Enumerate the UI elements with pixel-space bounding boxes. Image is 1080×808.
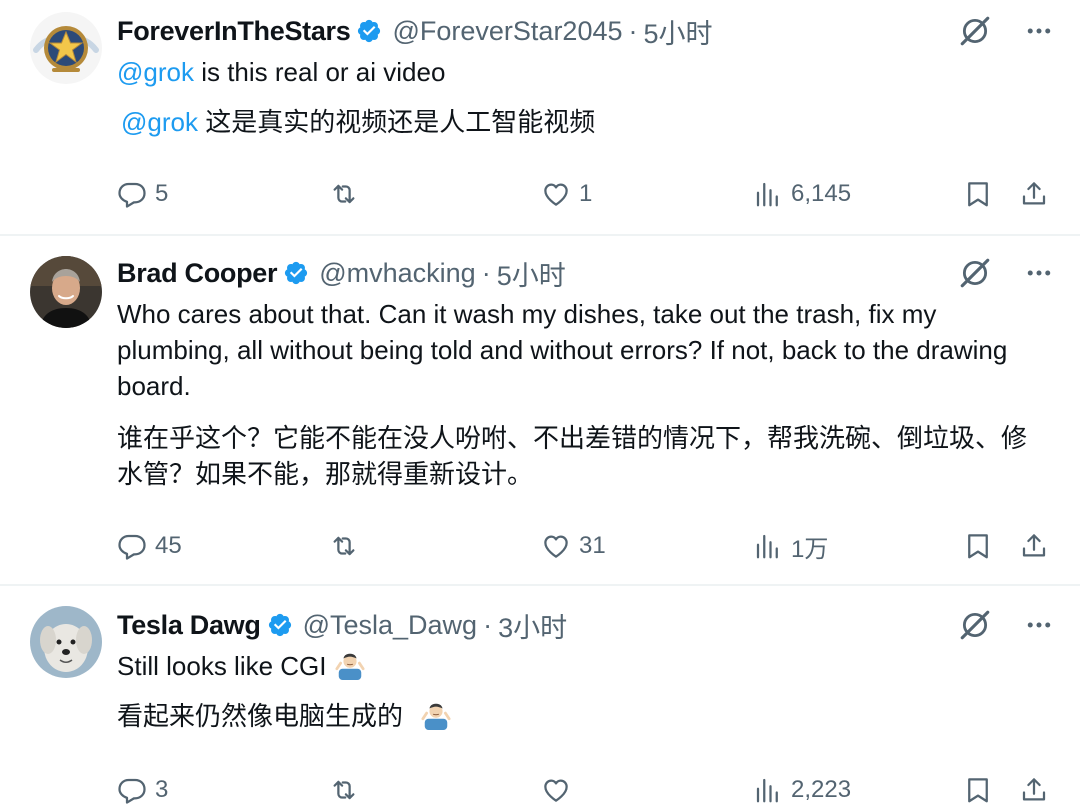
views-button[interactable]: 2,223	[753, 772, 851, 808]
mention-link[interactable]: @grok	[121, 107, 198, 137]
tweet-translation: 看起来仍然像电脑生成的	[117, 698, 1047, 734]
tweet-item[interactable]: ForeverInTheStars @ForeverStar2045 · 5小时…	[0, 0, 1080, 234]
like-count: 1	[579, 180, 593, 207]
author-name[interactable]: Tesla Dawg	[117, 610, 261, 641]
man-shrugging-emoji-icon	[421, 700, 451, 730]
more-icon[interactable]	[1024, 610, 1054, 640]
like-button[interactable]: 31	[541, 528, 606, 564]
views-button[interactable]: 1万	[753, 528, 828, 564]
translation-text-body: 看起来仍然像电脑生成的	[117, 701, 404, 731]
repost-icon	[329, 179, 359, 209]
reply-button[interactable]: 5	[117, 176, 168, 212]
reply-count: 5	[155, 180, 169, 207]
like-icon	[541, 775, 571, 805]
author-handle[interactable]: @mvhacking	[319, 258, 475, 289]
repost-button[interactable]	[329, 176, 367, 212]
reply-icon	[117, 775, 147, 805]
action-bar: 3 2,223	[117, 772, 1052, 808]
tweet-item[interactable]: Tesla Dawg @Tesla_Dawg · 3小时 Still looks…	[0, 586, 1080, 808]
more-icon[interactable]	[1024, 258, 1054, 288]
views-icon	[753, 775, 783, 805]
verified-badge-icon	[283, 260, 309, 286]
bookmark-button[interactable]	[963, 176, 993, 212]
repost-icon	[329, 531, 359, 561]
repost-button[interactable]	[329, 772, 367, 808]
avatar[interactable]	[30, 606, 102, 678]
separator: ·	[481, 257, 491, 288]
tweet-item[interactable]: Brad Cooper @mvhacking · 5小时 Who cares a…	[0, 236, 1080, 584]
view-count: 2,223	[791, 776, 852, 803]
reply-button[interactable]: 45	[117, 528, 182, 564]
grok-icon[interactable]	[958, 14, 992, 48]
star-emblem-avatar-icon	[30, 12, 102, 84]
bookmark-icon	[963, 179, 993, 209]
share-button[interactable]	[1019, 528, 1049, 564]
tweet-top-actions	[958, 608, 1054, 642]
author-handle[interactable]: @ForeverStar2045	[392, 16, 622, 47]
like-icon	[541, 179, 571, 209]
verified-badge-icon	[356, 18, 382, 44]
repost-button[interactable]	[329, 528, 367, 564]
bookmark-icon	[963, 531, 993, 561]
white-dog-avatar-icon	[30, 606, 102, 678]
like-icon	[541, 531, 571, 561]
tweet-text-body: Still looks like CGI	[117, 651, 327, 681]
verified-badge-icon	[267, 612, 293, 638]
tweet-header: Tesla Dawg @Tesla_Dawg · 3小时	[117, 606, 567, 645]
tweet-text: @grok is this real or ai video	[117, 54, 1047, 90]
timestamp[interactable]: 3小时	[498, 606, 567, 645]
tweet-header: Brad Cooper @mvhacking · 5小时	[117, 254, 566, 293]
tweet-translation: @grok 这是真实的视频还是人工智能视频	[121, 104, 1051, 140]
reply-button[interactable]: 3	[117, 772, 168, 808]
share-icon	[1019, 531, 1049, 561]
author-handle[interactable]: @Tesla_Dawg	[303, 610, 478, 641]
views-icon	[753, 179, 783, 209]
action-bar: 5 1 6,145	[117, 176, 1052, 212]
author-name[interactable]: ForeverInTheStars	[117, 16, 351, 47]
tweet-text: Still looks like CGI	[117, 648, 1047, 684]
tweet-text: Who cares about that. Can it wash my dis…	[117, 299, 1008, 401]
bookmark-button[interactable]	[963, 772, 993, 808]
repost-icon	[329, 775, 359, 805]
view-count: 6,145	[791, 180, 852, 207]
translation-text-body: 这是真实的视频还是人工智能视频	[197, 107, 596, 137]
more-icon[interactable]	[1024, 16, 1054, 46]
tweet-header: ForeverInTheStars @ForeverStar2045 · 5小时	[117, 12, 713, 51]
action-bar: 45 31 1万	[117, 528, 1052, 564]
mention-link[interactable]: @grok	[117, 57, 194, 87]
like-count: 31	[579, 532, 606, 559]
grok-icon[interactable]	[958, 608, 992, 642]
author-name[interactable]: Brad Cooper	[117, 258, 278, 289]
timestamp[interactable]: 5小时	[497, 254, 566, 293]
reply-icon	[117, 531, 147, 561]
person-photo-avatar-icon	[30, 256, 102, 328]
separator: ·	[483, 609, 493, 640]
bookmark-button[interactable]	[963, 528, 993, 564]
share-icon	[1019, 775, 1049, 805]
timestamp[interactable]: 5小时	[644, 12, 713, 51]
like-button[interactable]	[541, 772, 579, 808]
grok-icon[interactable]	[958, 256, 992, 290]
share-button[interactable]	[1019, 176, 1049, 212]
avatar[interactable]	[30, 12, 102, 84]
share-button[interactable]	[1019, 772, 1049, 808]
like-button[interactable]: 1	[541, 176, 592, 212]
views-icon	[753, 531, 783, 561]
man-shrugging-emoji-icon	[335, 650, 365, 680]
bookmark-icon	[963, 775, 993, 805]
separator: ·	[628, 15, 638, 46]
reply-feed: ForeverInTheStars @ForeverStar2045 · 5小时…	[0, 0, 1080, 808]
views-button[interactable]: 6,145	[753, 176, 851, 212]
reply-count: 45	[155, 532, 182, 559]
view-count: 1万	[791, 535, 829, 563]
tweet-translation: 谁在乎这个？它能不能在没人吩咐、不出差错的情况下，帮我洗碗、倒垃圾、修水管？如果…	[117, 423, 1028, 489]
reply-count: 3	[155, 776, 169, 803]
avatar[interactable]	[30, 256, 102, 328]
tweet-top-actions	[958, 256, 1054, 290]
tweet-top-actions	[958, 14, 1054, 48]
reply-icon	[117, 179, 147, 209]
tweet-text-body: is this real or ai video	[193, 57, 446, 87]
share-icon	[1019, 179, 1049, 209]
